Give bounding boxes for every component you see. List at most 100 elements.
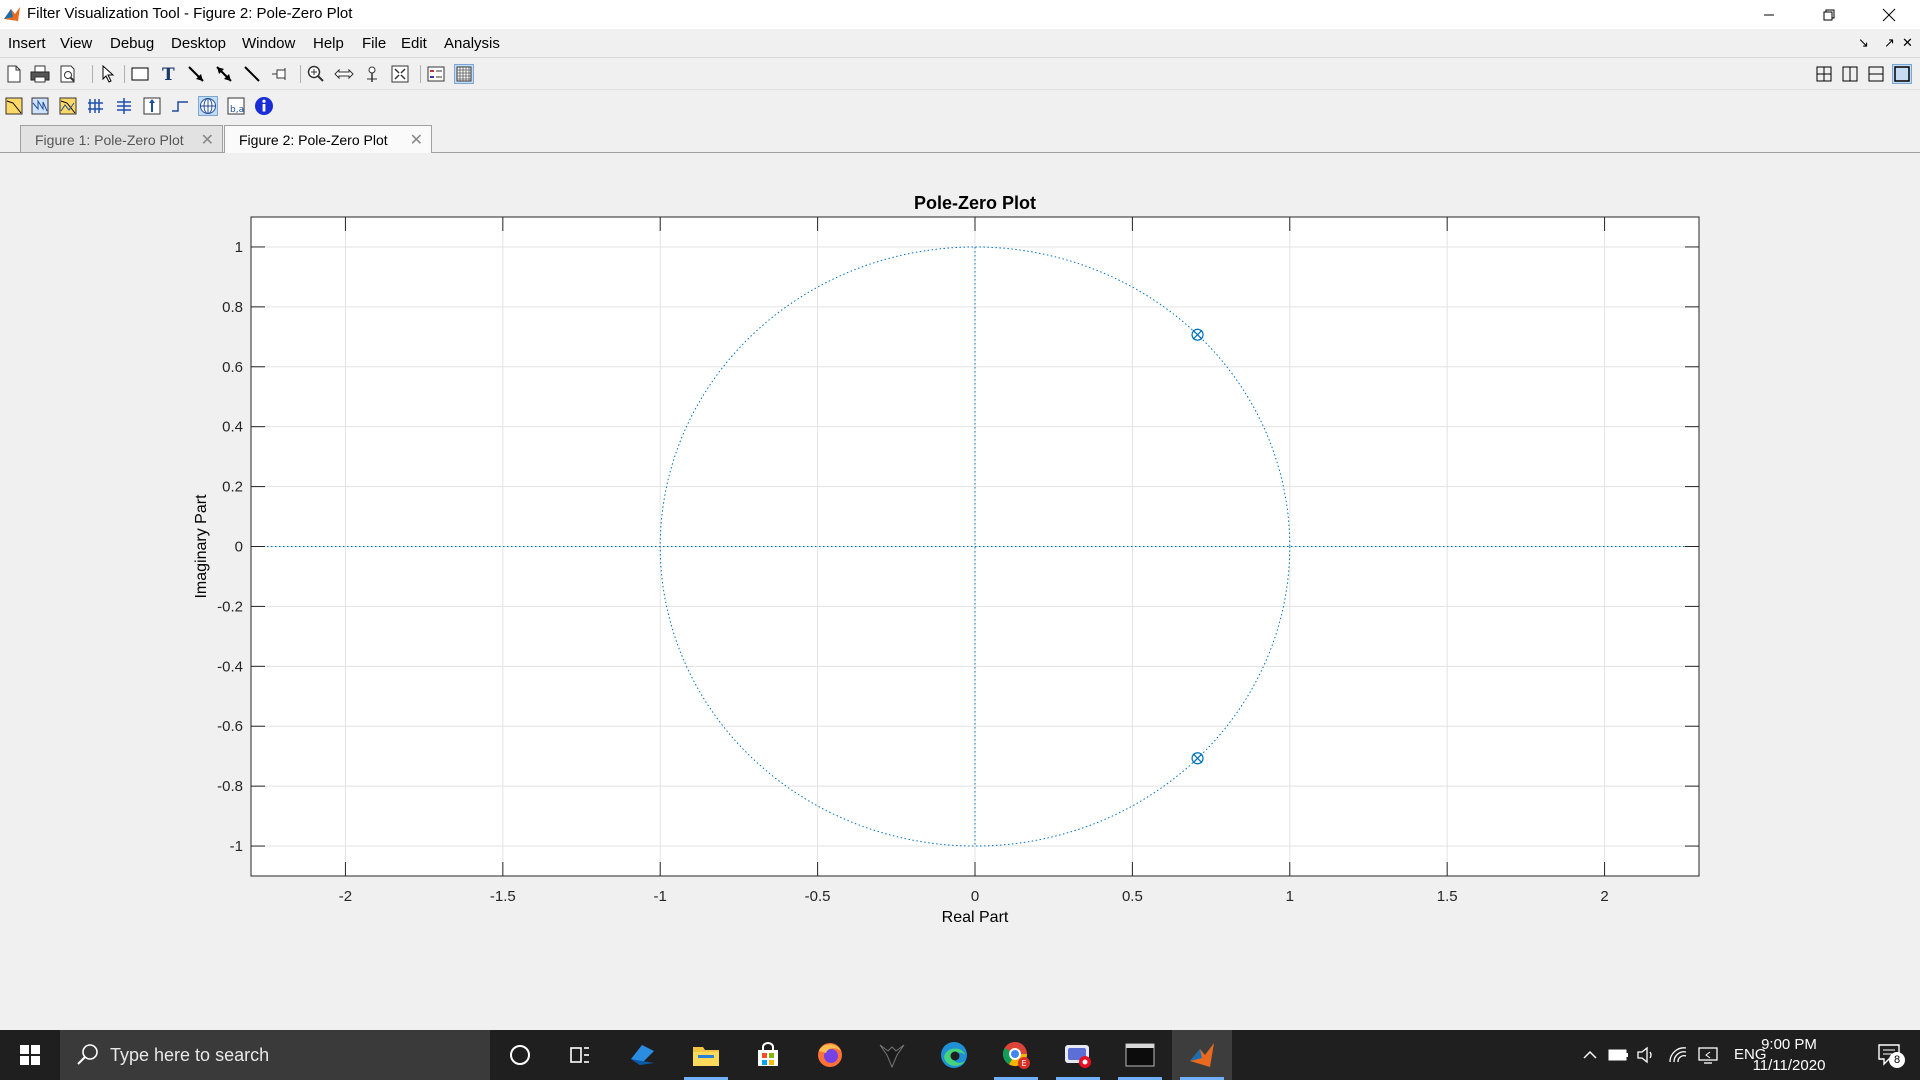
pole-zero-icon <box>200 98 216 114</box>
menu-edit[interactable]: Edit <box>401 35 427 52</box>
y-tick-label: 0.6 <box>222 359 243 376</box>
volume-button[interactable] <box>1636 1045 1656 1065</box>
y-tick-label: 0.2 <box>222 479 243 496</box>
taskbar-app-firefox[interactable] <box>800 1030 860 1080</box>
x-tick-label: 1.5 <box>1437 888 1458 905</box>
tile-columns-icon <box>1842 66 1858 82</box>
print-preview-button[interactable] <box>58 64 78 84</box>
taskbar-app-file-explorer[interactable] <box>676 1030 736 1080</box>
pan-button[interactable] <box>334 64 354 84</box>
start-button[interactable] <box>0 1030 60 1080</box>
filter-info-button[interactable] <box>254 96 274 116</box>
fit-view-button[interactable] <box>390 64 410 84</box>
select-button[interactable] <box>98 64 118 84</box>
magnitude-phase-button[interactable] <box>58 96 78 116</box>
close-tab-icon[interactable]: ✕ <box>201 130 214 150</box>
insert-line-button[interactable] <box>242 64 262 84</box>
pin-button[interactable] <box>270 64 290 84</box>
impulse-response-button[interactable] <box>142 96 162 116</box>
new-button[interactable] <box>4 64 24 84</box>
clock-time[interactable]: 9:00 PM <box>1744 1036 1834 1053</box>
notification-badge: 8 <box>1889 1052 1905 1068</box>
battery-button[interactable] <box>1608 1045 1628 1065</box>
pole-zero-plot[interactable]: -2 -1.5 -1 -0.5 0 0.5 1 1.5 2 -1 -0.8 -0.6 -0.4 -0.2 0… <box>0 153 1920 1030</box>
y-tick-label: 0.8 <box>222 299 243 316</box>
close-figure-icon[interactable]: ✕ <box>1902 35 1913 51</box>
tile-columns-button[interactable] <box>1840 64 1860 84</box>
data-cursor-icon <box>367 66 377 82</box>
minimize-button[interactable] <box>1740 0 1798 29</box>
select-arrow-icon <box>102 65 115 83</box>
taskbar-app-store[interactable] <box>738 1030 798 1080</box>
phase-delay-button[interactable] <box>114 96 134 116</box>
taskbar-app-media[interactable] <box>1048 1030 1108 1080</box>
close-button[interactable] <box>1860 0 1918 29</box>
undock-icon[interactable]: ↗ <box>1884 35 1895 51</box>
network-button[interactable] <box>1668 1045 1688 1065</box>
clock-date[interactable]: 11/11/2020 <box>1744 1057 1834 1074</box>
single-view-button[interactable] <box>1892 64 1912 84</box>
chart-title: Pole-Zero Plot <box>914 193 1036 213</box>
pin-icon <box>272 68 286 80</box>
display-button[interactable] <box>1698 1045 1718 1065</box>
legend-button[interactable] <box>426 64 446 84</box>
phase-response-button[interactable] <box>30 96 50 116</box>
title-bar: Filter Visualization Tool - Figure 2: Po… <box>0 0 1920 29</box>
firefox-icon <box>818 1043 842 1067</box>
insert-text-button[interactable]: T <box>158 64 178 84</box>
taskbar-app-matlab[interactable] <box>1172 1030 1232 1080</box>
menu-analysis[interactable]: Analysis <box>444 35 500 52</box>
tile-grid-button[interactable] <box>1814 64 1834 84</box>
print-icon <box>30 65 50 83</box>
zoom-in-button[interactable] <box>306 64 326 84</box>
close-icon <box>1882 8 1896 21</box>
group-delay-icon <box>88 99 103 113</box>
single-view-icon <box>1894 66 1910 82</box>
menu-desktop[interactable]: Desktop <box>171 35 226 52</box>
step-response-button[interactable] <box>170 96 190 116</box>
wifi-icon <box>1669 1047 1687 1063</box>
data-cursor-button[interactable] <box>362 64 382 84</box>
close-tab-icon[interactable]: ✕ <box>410 130 423 150</box>
filter-coefficients-button[interactable]: b,a <box>226 96 246 116</box>
tab-figure-1[interactable]: Figure 1: Pole-Zero Plot ✕ <box>20 125 223 152</box>
tile-rows-button[interactable] <box>1866 64 1886 84</box>
insert-rectangle-button[interactable] <box>130 64 150 84</box>
menu-view[interactable]: View <box>60 35 92 52</box>
menu-file[interactable]: File <box>362 35 386 52</box>
menu-help[interactable]: Help <box>313 35 344 52</box>
cortana-button[interactable] <box>490 1030 550 1080</box>
y-tick-label: -0.8 <box>217 778 243 795</box>
group-delay-button[interactable] <box>86 96 106 116</box>
print-button[interactable] <box>30 64 50 84</box>
tab-label: Figure 2: Pole-Zero Plot <box>239 132 388 148</box>
insert-double-arrow-button[interactable] <box>214 64 234 84</box>
menu-debug[interactable]: Debug <box>110 35 154 52</box>
tab-figure-2[interactable]: Figure 2: Pole-Zero Plot ✕ <box>224 125 432 153</box>
taskbar-app-edge-legacy[interactable] <box>612 1030 672 1080</box>
menu-insert[interactable]: Insert <box>8 35 46 52</box>
windows-logo-icon <box>20 1045 40 1065</box>
y-axis-label: Imaginary Part <box>193 494 210 599</box>
taskbar-app-predator[interactable] <box>862 1030 922 1080</box>
taskbar-app-edge[interactable] <box>924 1030 984 1080</box>
x-tick-label: -1.5 <box>490 888 516 905</box>
grid-button[interactable] <box>454 64 474 84</box>
magnitude-phase-icon <box>59 97 77 115</box>
taskbar-app-terminal[interactable] <box>1110 1030 1170 1080</box>
taskbar-app-chrome[interactable]: E <box>986 1030 1046 1080</box>
display-icon <box>1698 1047 1718 1064</box>
impulse-response-icon <box>143 97 161 115</box>
menu-window[interactable]: Window <box>242 35 295 52</box>
magnitude-response-button[interactable] <box>4 96 24 116</box>
insert-text-icon: T <box>162 66 175 82</box>
task-view-button[interactable] <box>550 1030 610 1080</box>
pole-zero-button[interactable] <box>198 96 218 116</box>
notification-center-button[interactable]: 8 <box>1870 1040 1910 1070</box>
insert-arrow-button[interactable] <box>186 64 206 84</box>
show-hidden-icons-button[interactable] <box>1580 1045 1600 1065</box>
minimize-dock-icon[interactable]: ↘ <box>1858 35 1869 51</box>
taskbar-search-box[interactable]: Type here to search <box>60 1030 490 1080</box>
matlab-app-icon <box>4 7 20 21</box>
restore-button[interactable] <box>1800 0 1858 29</box>
